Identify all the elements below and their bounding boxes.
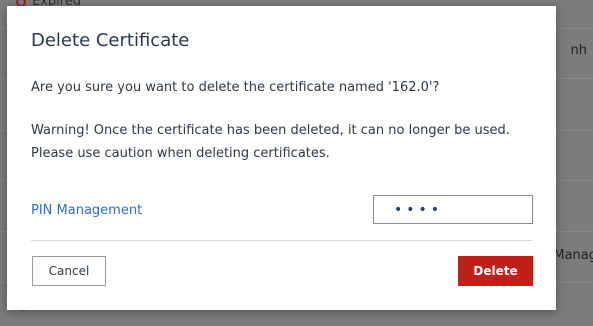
dialog-title: Delete Certificate [31,30,190,51]
pin-management-link[interactable]: PIN Management [31,203,142,218]
delete-certificate-dialog: Delete Certificate Are you sure you want… [7,6,556,310]
background-cell-text: Manag [553,248,593,263]
delete-button[interactable]: Delete [458,256,533,286]
pin-input[interactable] [373,195,533,224]
footer-divider [31,240,532,241]
warning-text-line-1: Warning! Once the certificate has been d… [31,123,510,138]
confirm-question: Are you sure you want to delete the cert… [31,80,440,95]
cancel-button[interactable]: Cancel [32,256,106,286]
background-cell-text: nh [570,43,587,58]
warning-text-line-2: Please use caution when deleting certifi… [31,146,330,161]
